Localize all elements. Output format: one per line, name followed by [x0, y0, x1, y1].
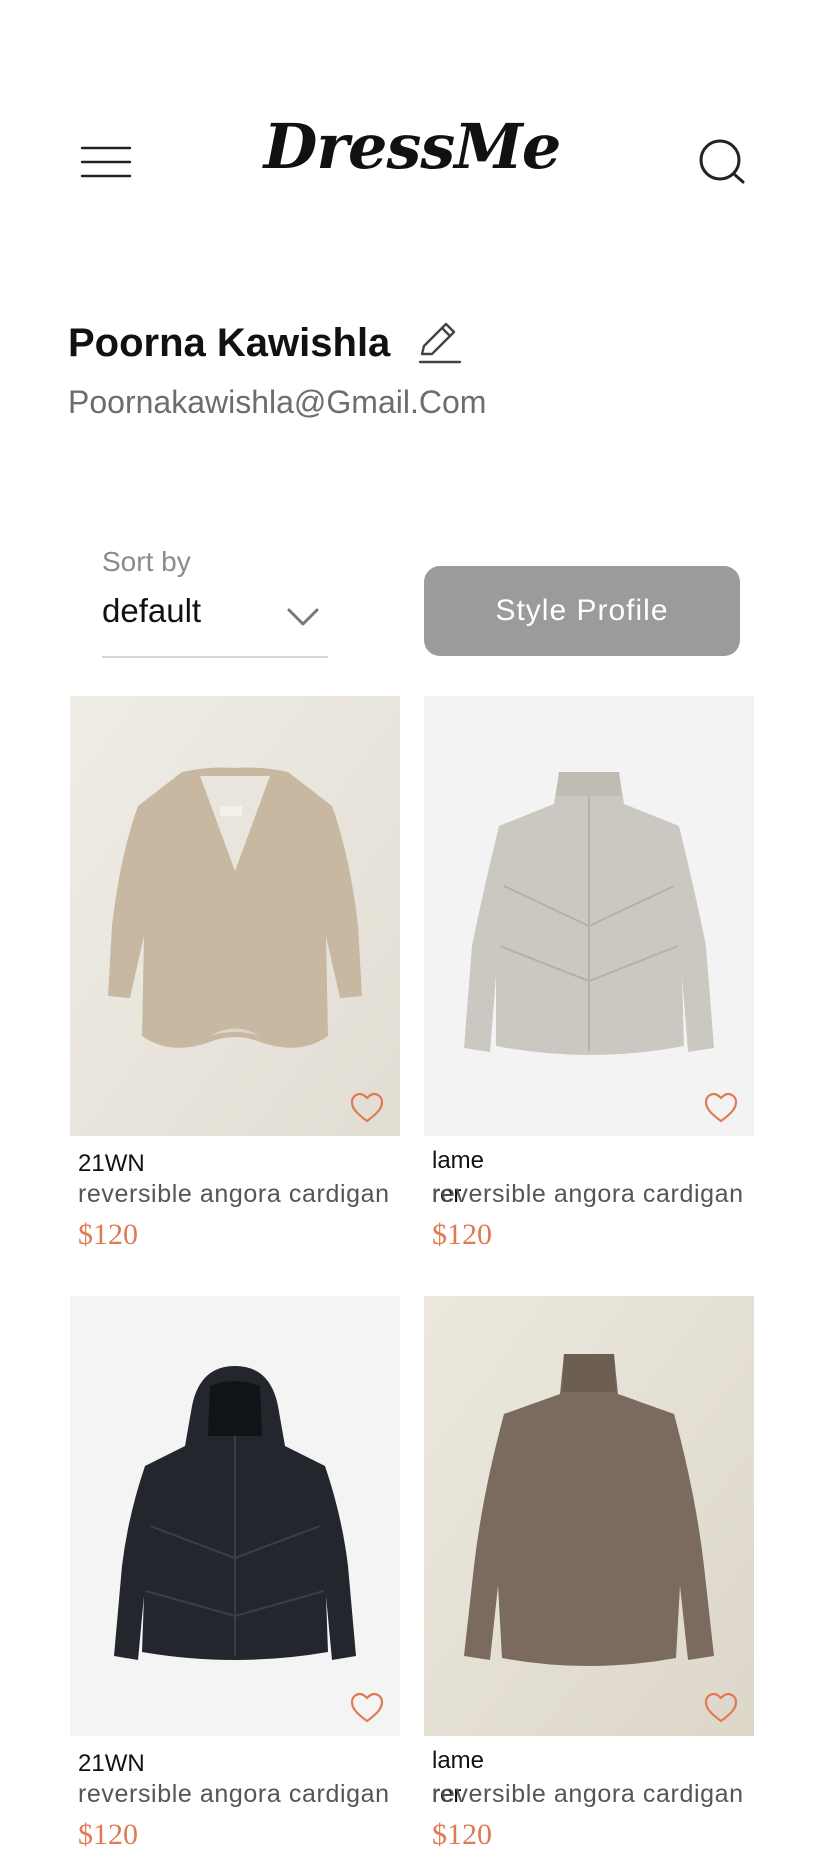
profile-section: Poorna Kawishla Poornakawishla@Gmail.Com: [68, 320, 486, 421]
pencil-edit-icon[interactable]: [416, 320, 462, 366]
product-brand: 21WN: [78, 1750, 145, 1777]
sort-dropdown[interactable]: Sort by default: [102, 546, 328, 658]
product-price: $120: [78, 1818, 138, 1851]
sort-label: Sort by: [102, 546, 191, 577]
chevron-down-icon: [286, 606, 320, 628]
beige-wool-cardigan-image[interactable]: [70, 696, 400, 1136]
heart-outline-icon[interactable]: [350, 1092, 384, 1124]
search-icon[interactable]: [696, 136, 748, 188]
product-card[interactable]: 21WN reversible angora cardigan $120: [70, 696, 400, 1251]
style-profile-button[interactable]: Style Profile: [424, 566, 740, 656]
profile-email: Poornakawishla@Gmail.Com: [68, 384, 487, 420]
product-card[interactable]: lame rer reversible angora cardigan $120: [424, 696, 754, 1251]
product-description: reversible angora cardigan: [78, 1180, 390, 1208]
brown-turtleneck-sweater-image[interactable]: [424, 1296, 754, 1736]
black-hooded-down-jacket-image[interactable]: [70, 1296, 400, 1736]
product-price: $120: [432, 1818, 492, 1851]
product-price: $120: [78, 1218, 138, 1251]
product-price: $120: [432, 1218, 492, 1251]
heart-outline-icon[interactable]: [704, 1092, 738, 1124]
product-description: reversible angora cardigan: [432, 1780, 744, 1808]
heart-outline-icon[interactable]: [350, 1692, 384, 1724]
sort-value: default: [102, 592, 202, 629]
product-brand: 21WN: [78, 1150, 145, 1177]
product-card[interactable]: lame rer reversible angora cardigan $120: [424, 1296, 754, 1851]
heart-outline-icon[interactable]: [704, 1692, 738, 1724]
light-gray-puffer-jacket-image[interactable]: [424, 696, 754, 1136]
product-card[interactable]: 21WN reversible angora cardigan $120: [70, 1296, 400, 1851]
app-header: DressMe: [0, 0, 824, 320]
product-description: reversible angora cardigan: [432, 1180, 744, 1208]
product-description: reversible angora cardigan: [78, 1780, 390, 1808]
profile-name: Poorna Kawishla: [68, 320, 391, 365]
